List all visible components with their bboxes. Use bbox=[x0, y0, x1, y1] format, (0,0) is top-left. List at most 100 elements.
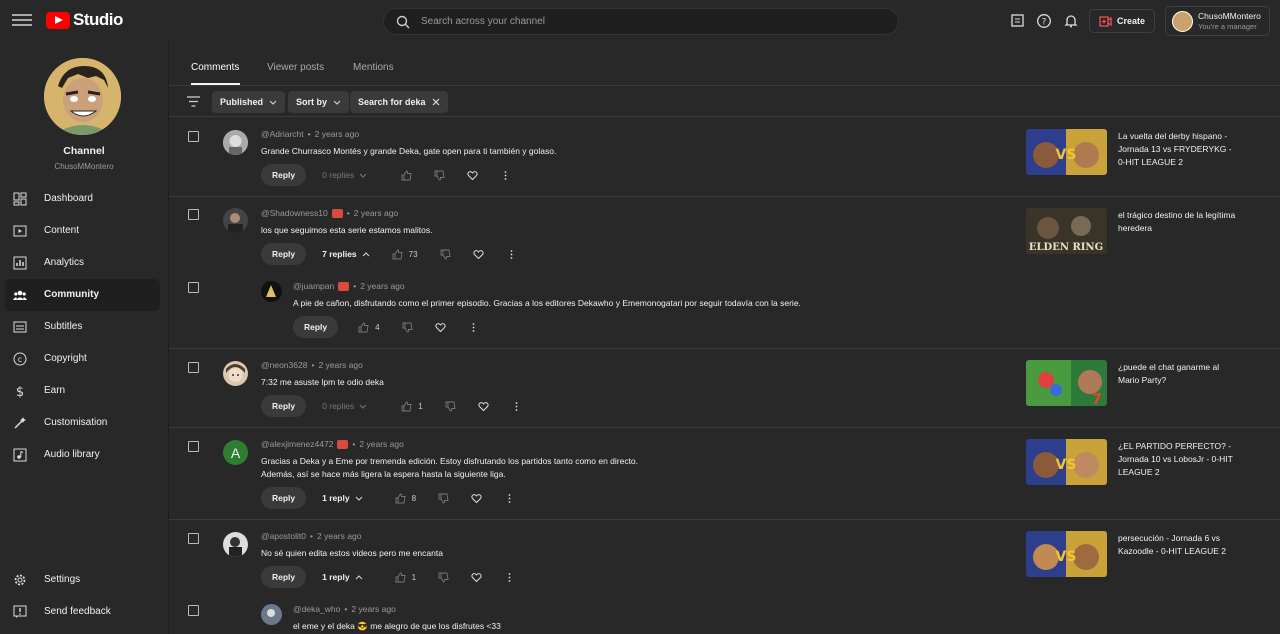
more-options-icon[interactable] bbox=[468, 322, 479, 333]
commenter-avatar[interactable] bbox=[223, 532, 248, 557]
video-title[interactable]: el trágico destino de la legítima herede… bbox=[1118, 209, 1238, 235]
video-thumbnail[interactable]: VS bbox=[1026, 439, 1107, 485]
commenter-avatar[interactable] bbox=[261, 604, 282, 625]
commenter-handle[interactable]: @deka_who bbox=[293, 604, 340, 614]
select-checkbox[interactable] bbox=[188, 131, 199, 142]
video-thumbnail[interactable]: VS bbox=[1026, 531, 1107, 577]
sidebar-item-earn[interactable]: $ Earn bbox=[5, 375, 160, 407]
select-checkbox[interactable] bbox=[188, 441, 199, 452]
replies-toggle[interactable]: 0 replies bbox=[322, 401, 367, 411]
account-avatar bbox=[1172, 10, 1193, 32]
tab-mentions[interactable]: Mentions bbox=[353, 62, 394, 73]
reply-button[interactable]: Reply bbox=[293, 316, 339, 338]
replies-toggle[interactable]: 0 replies bbox=[322, 170, 367, 180]
video-title[interactable]: La vuelta del derby hispano - Jornada 13… bbox=[1118, 130, 1238, 169]
thumbs-down-icon[interactable] bbox=[445, 401, 456, 412]
sidebar-item-audio-library[interactable]: Audio library bbox=[5, 439, 160, 471]
thumbs-down-icon[interactable] bbox=[438, 572, 449, 583]
thumbs-down-icon[interactable] bbox=[440, 249, 451, 260]
tab-viewer-posts[interactable]: Viewer posts bbox=[267, 62, 324, 73]
comment-box-icon[interactable] bbox=[1010, 13, 1026, 29]
video-thumbnail[interactable]: 7 bbox=[1026, 360, 1107, 406]
sidebar-item-settings[interactable]: Settings bbox=[5, 564, 160, 596]
video-title[interactable]: ¿puede el chat ganarme al Mario Party? bbox=[1118, 361, 1238, 387]
thumbs-up-icon[interactable] bbox=[358, 322, 369, 333]
heart-icon[interactable] bbox=[478, 401, 489, 412]
reply-button[interactable]: Reply bbox=[261, 487, 307, 509]
replies-toggle[interactable]: 1 reply bbox=[322, 493, 362, 503]
select-checkbox[interactable] bbox=[188, 605, 199, 616]
commenter-avatar[interactable] bbox=[223, 130, 248, 155]
more-options-icon[interactable] bbox=[506, 249, 517, 260]
tab-comments[interactable]: Comments bbox=[191, 62, 239, 73]
replies-toggle[interactable]: 7 replies bbox=[322, 249, 370, 259]
sort-by-chip[interactable]: Sort by bbox=[288, 91, 350, 113]
select-checkbox[interactable] bbox=[188, 362, 199, 373]
more-options-icon[interactable] bbox=[504, 572, 515, 583]
sidebar-item-content[interactable]: Content bbox=[5, 215, 160, 247]
published-filter-chip[interactable]: Published bbox=[212, 91, 286, 113]
video-title[interactable]: persecución - Jornada 6 vs Kazoodle - 0-… bbox=[1118, 532, 1238, 558]
thumbs-down-icon[interactable] bbox=[438, 493, 449, 504]
replies-toggle[interactable]: 1 reply bbox=[322, 572, 362, 582]
thumbs-down-icon[interactable] bbox=[434, 170, 445, 181]
studio-logo[interactable]: Studio bbox=[46, 10, 123, 30]
thumbs-up-icon[interactable] bbox=[395, 572, 406, 583]
help-icon[interactable]: ? bbox=[1036, 13, 1052, 29]
video-thumbnail[interactable]: ELDEN RING bbox=[1026, 208, 1107, 254]
sidebar-item-send-feedback[interactable]: Send feedback bbox=[5, 596, 160, 628]
search-input[interactable] bbox=[421, 16, 861, 27]
video-title[interactable]: ¿EL PARTIDO PERFECTO? - Jornada 10 vs Lo… bbox=[1118, 440, 1238, 479]
commenter-avatar[interactable] bbox=[261, 281, 282, 302]
thumbs-up-icon[interactable] bbox=[401, 401, 412, 412]
heart-icon[interactable] bbox=[471, 572, 482, 583]
sidebar-item-community[interactable]: Community bbox=[5, 279, 160, 311]
reply-button[interactable]: Reply bbox=[261, 243, 307, 265]
commenter-handle[interactable]: @alexjimenez4472 bbox=[261, 439, 333, 449]
select-checkbox[interactable] bbox=[188, 209, 199, 220]
sidebar-item-analytics[interactable]: Analytics bbox=[5, 247, 160, 279]
select-checkbox[interactable] bbox=[188, 533, 199, 544]
commenter-avatar[interactable]: A bbox=[223, 440, 248, 465]
heart-icon[interactable] bbox=[471, 493, 482, 504]
commenter-handle[interactable]: @neon3628 bbox=[261, 360, 307, 370]
thumbs-up-icon[interactable] bbox=[401, 170, 412, 181]
thumbs-down-icon[interactable] bbox=[402, 322, 413, 333]
account-switcher[interactable]: ChusoMMontero You're a manager bbox=[1165, 6, 1270, 36]
heart-icon[interactable] bbox=[434, 322, 446, 333]
reply-button[interactable]: Reply bbox=[261, 164, 307, 186]
commenter-avatar[interactable] bbox=[223, 208, 248, 233]
more-options-icon[interactable] bbox=[511, 401, 522, 412]
more-options-icon[interactable] bbox=[504, 493, 515, 504]
create-button[interactable]: Create bbox=[1089, 9, 1155, 33]
bell-icon[interactable] bbox=[1063, 13, 1079, 29]
customisation-icon bbox=[14, 417, 26, 429]
filter-bar: Published Sort by Search for deka bbox=[169, 87, 1280, 117]
video-thumbnail[interactable]: VS bbox=[1026, 129, 1107, 175]
reply-button[interactable]: Reply bbox=[261, 395, 307, 417]
thumbs-up-icon[interactable] bbox=[392, 249, 403, 260]
reply-button[interactable]: Reply bbox=[261, 566, 307, 588]
thumbs-up-icon[interactable] bbox=[395, 493, 406, 504]
comment-text-line-2: Además, así se hace más ligera la espera… bbox=[261, 469, 506, 479]
select-checkbox[interactable] bbox=[188, 282, 199, 293]
channel-avatar[interactable] bbox=[44, 58, 121, 135]
commenter-handle[interactable]: @Shadowness10 bbox=[261, 208, 328, 218]
sidebar-item-copyright[interactable]: c Copyright bbox=[5, 343, 160, 375]
close-icon[interactable] bbox=[432, 98, 440, 106]
search-filter-chip[interactable]: Search for deka bbox=[350, 91, 448, 113]
heart-icon[interactable] bbox=[472, 249, 484, 260]
commenter-avatar[interactable] bbox=[223, 361, 248, 386]
search-bar[interactable] bbox=[383, 8, 899, 35]
filter-icon[interactable] bbox=[187, 96, 200, 107]
heart-icon[interactable] bbox=[467, 170, 478, 181]
sidebar-item-subtitles[interactable]: Subtitles bbox=[5, 311, 160, 343]
commenter-handle[interactable]: @apostolit0 bbox=[261, 531, 306, 541]
more-options-icon[interactable] bbox=[500, 170, 511, 181]
sidebar-item-customisation[interactable]: Customisation bbox=[5, 407, 160, 439]
analytics-icon bbox=[13, 256, 27, 270]
menu-icon[interactable] bbox=[12, 11, 32, 31]
commenter-handle[interactable]: @Adriarcht bbox=[261, 129, 304, 139]
commenter-handle[interactable]: @juampan bbox=[293, 281, 334, 291]
sidebar-item-dashboard[interactable]: Dashboard bbox=[5, 183, 160, 215]
